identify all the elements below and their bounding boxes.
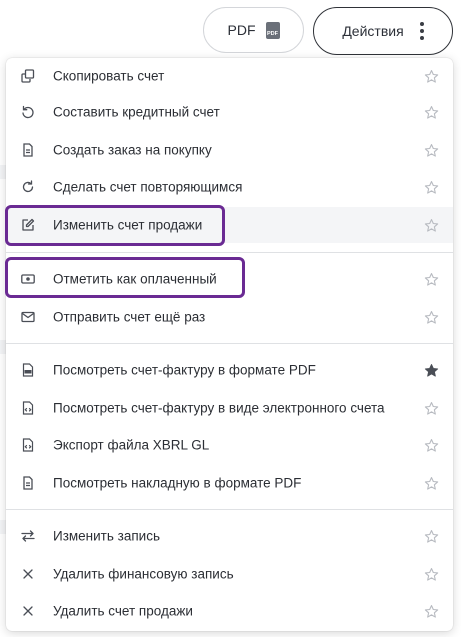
refresh-icon [21,180,35,194]
menu-item-label: Изменить счет продажи [53,217,203,233]
menu-item-edit-invoice[interactable]: Изменить счет продажи [6,207,453,243]
menu-item-delete-financial-record[interactable]: Удалить финансовую запись [6,556,453,592]
menu-item-label: Отметить как оплаченный [53,271,217,287]
menu-item-view-delivery-note-pdf[interactable]: Посмотреть накладную в формате PDF [6,465,453,501]
copy-icon [21,69,35,83]
document-icon [21,476,35,490]
actions-button[interactable]: Действия [313,7,453,55]
toolbar: PDF PDF Действия [0,7,461,55]
pdf-icon-text: PDF [267,30,278,37]
menu-item-label: Отправить счет ещё раз [53,309,206,325]
menu-item-credit-note[interactable]: Составить кредитный счет [6,94,453,130]
swap-icon [21,529,35,543]
star-outline-icon[interactable] [423,528,439,544]
menu-item-label: Посмотреть счет-фактуру в виде электронн… [53,400,385,416]
star-outline-icon[interactable] [423,142,439,158]
code-file-icon [21,401,35,415]
kebab-icon [419,22,424,40]
pdf-button[interactable]: PDF PDF [203,7,304,53]
star-outline-icon[interactable] [423,566,439,582]
menu-item-view-invoice-pdf[interactable]: Посмотреть счет-фактуру в формате PDF [6,352,453,388]
menu-item-edit-record[interactable]: Изменить запись [6,518,453,554]
star-outline-icon[interactable] [423,603,439,619]
menu-divider [6,252,453,253]
star-outline-icon[interactable] [423,68,439,84]
star-outline-icon[interactable] [423,309,439,325]
star-outline-icon[interactable] [423,179,439,195]
menu-item-label: Сделать счет повторяющимся [53,179,243,195]
menu-item-view-e-invoice[interactable]: Посмотреть счет-фактуру в виде электронн… [6,390,453,426]
menu-item-purchase-order[interactable]: Создать заказ на покупку [6,132,453,168]
star-outline-icon[interactable] [423,437,439,453]
star-outline-icon[interactable] [423,217,439,233]
code-file-icon [21,438,35,452]
menu-item-label: Создать заказ на покупку [53,142,212,158]
close-icon [21,567,35,581]
menu-item-make-recurring[interactable]: Сделать счет повторяющимся [6,169,453,205]
star-outline-icon[interactable] [423,475,439,491]
menu-item-label: Изменить запись [53,528,160,544]
star-outline-icon[interactable] [423,271,439,287]
menu-item-label: Скопировать счет [53,68,165,84]
menu-item-mark-paid[interactable]: Отметить как оплаченный [6,261,453,297]
pdf-button-label: PDF [227,22,256,38]
document-icon [21,143,35,157]
close-icon [21,604,35,618]
pdf-file-icon: PDF [265,21,280,39]
star-outline-icon[interactable] [423,400,439,416]
star-filled-icon[interactable] [423,362,439,378]
star-outline-icon[interactable] [423,104,439,120]
menu-divider [6,509,453,510]
edit-icon [21,218,35,232]
undo-icon [21,105,35,119]
cash-icon [21,272,35,286]
mail-icon [21,310,35,324]
actions-menu: Скопировать счет Составить кредитный сче… [6,58,453,631]
menu-item-resend-invoice[interactable]: Отправить счет ещё раз [6,299,453,335]
menu-item-delete-invoice[interactable]: Удалить счет продажи [6,593,453,629]
menu-divider [6,343,453,344]
menu-item-copy-invoice[interactable]: Скопировать счет [6,58,453,94]
pdf-file-icon [21,363,35,377]
menu-item-label: Экспорт файла XBRL GL [53,437,210,453]
menu-item-label: Удалить счет продажи [53,603,193,619]
menu-item-export-xbrl[interactable]: Экспорт файла XBRL GL [6,427,453,463]
menu-item-label: Удалить финансовую запись [53,566,234,582]
menu-item-label: Посмотреть накладную в формате PDF [53,475,302,491]
menu-item-label: Составить кредитный счет [53,104,220,120]
menu-item-label: Посмотреть счет-фактуру в формате PDF [53,362,316,378]
actions-button-label: Действия [342,23,404,39]
